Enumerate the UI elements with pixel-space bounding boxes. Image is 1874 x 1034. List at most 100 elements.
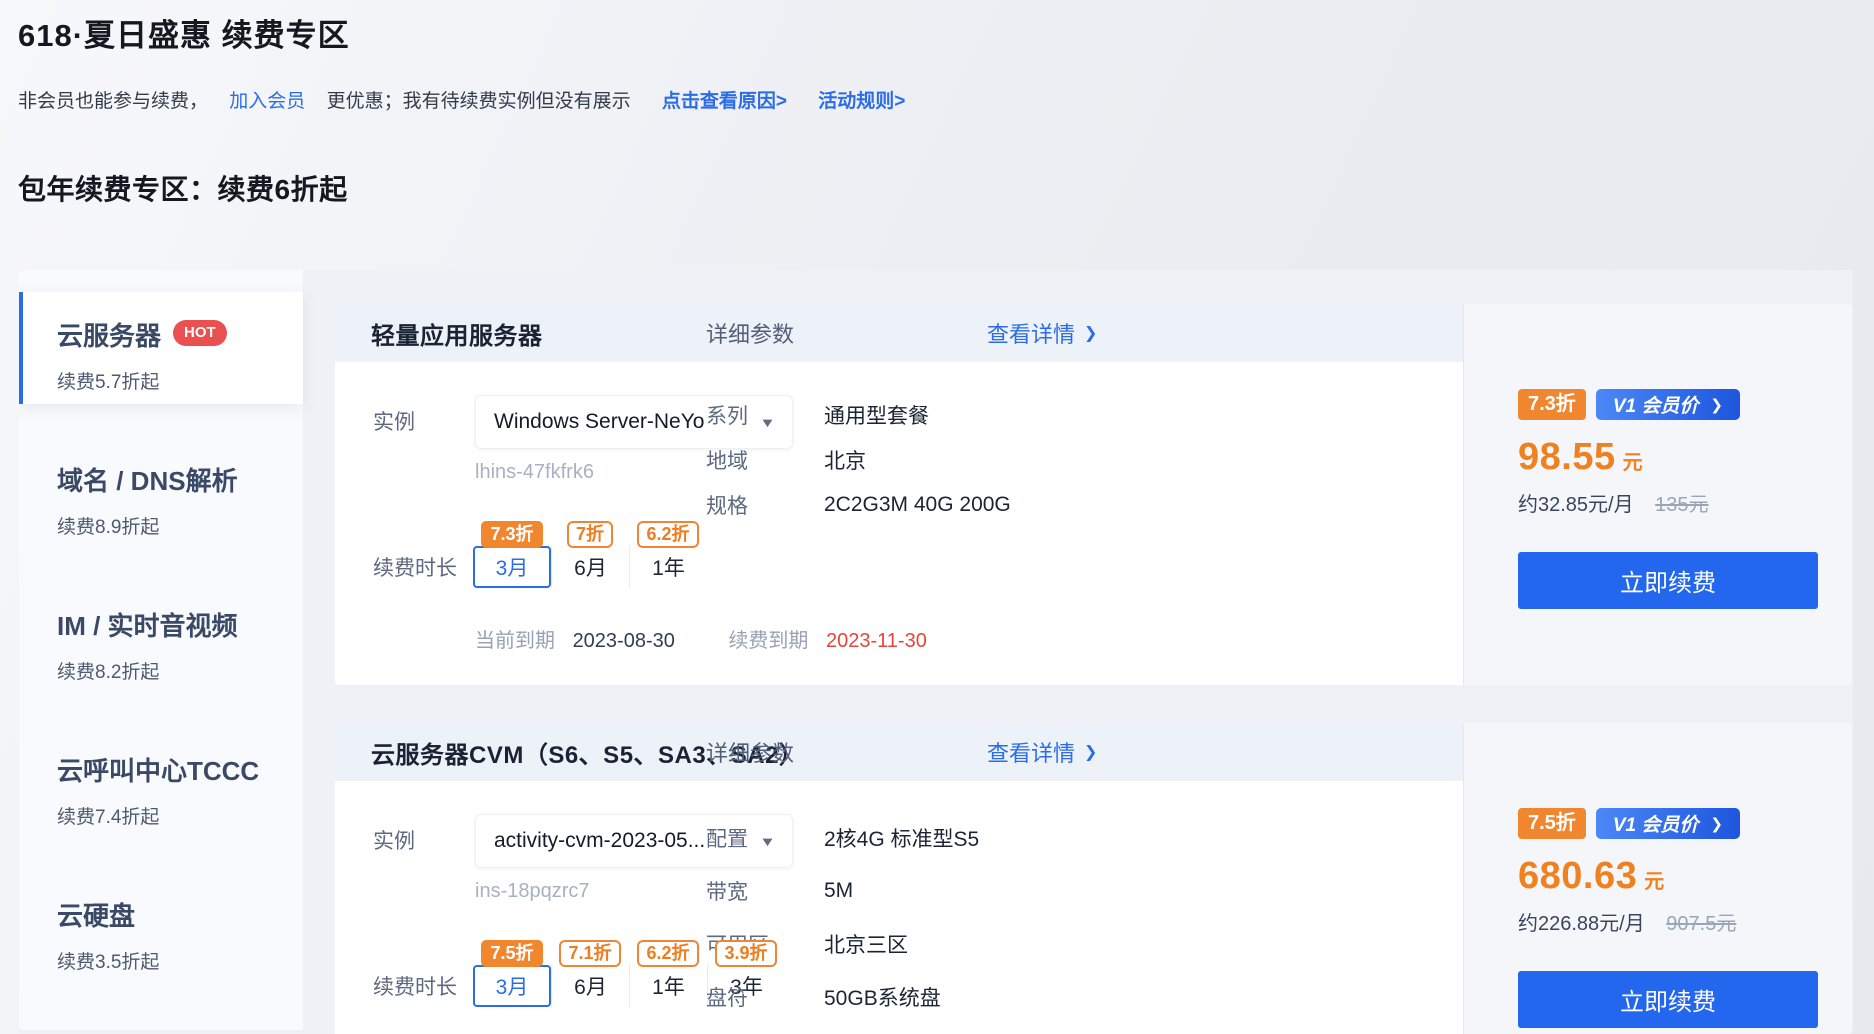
content-wrapper: 云服务器 HOT 续费5.7折起 域名 / DNS解析 续费8.9折起 IM /…: [19, 270, 1853, 1034]
notice-middle: 更优惠；我有待续费实例但没有展示: [327, 91, 631, 112]
price-discount-badge: 7.5折: [1518, 808, 1586, 839]
duration-box: 1年: [629, 546, 707, 588]
category-sidebar: 云服务器 HOT 续费5.7折起 域名 / DNS解析 续费8.9折起 IM /…: [19, 270, 303, 1030]
sidebar-item-im-trtc[interactable]: IM / 实时音视频 续费8.2折起: [19, 582, 303, 694]
per-month-price: 约32.85元/月: [1518, 494, 1634, 516]
instance-label: 实例: [373, 825, 415, 855]
detail-value: 2C2G3M 40G 200G: [824, 493, 1011, 517]
price-badges: 7.5折 V1 会员价 ❯: [1518, 808, 1852, 839]
price-panel: 7.3折 V1 会员价 ❯ 98.55 元 约32.85元/月 135元 立即续…: [1463, 304, 1852, 685]
card-header: 云服务器CVM（S6、S5、SA3、SA2） 详细参数 查看详情 ❯: [335, 723, 1463, 781]
current-expire-label: 当前到期: [475, 630, 555, 652]
price-amount: 98.55: [1518, 436, 1616, 479]
price-badges: 7.3折 V1 会员价 ❯: [1518, 389, 1852, 420]
price-amount: 680.63: [1518, 855, 1637, 898]
discount-badge: 7.3折: [481, 521, 542, 548]
card-main: 轻量应用服务器 详细参数 查看详情 ❯ 实例 Windows Server-Ne…: [335, 304, 1463, 685]
join-member-link[interactable]: 加入会员: [229, 91, 305, 112]
rules-link[interactable]: 活动规则>: [818, 91, 905, 112]
member-price-text: V1 会员价: [1613, 391, 1699, 418]
duration-box: 6月: [551, 546, 629, 588]
detail-value: 2核4G 标准型S5: [824, 823, 979, 853]
notice-bar: 非会员也能参与续费， 加入会员 更优惠；我有待续费实例但没有展示 点击查看原因>…: [18, 86, 905, 113]
sidebar-item-subtitle: 续费8.2折起: [57, 657, 303, 684]
sidebar-item-subtitle: 续费5.7折起: [57, 367, 303, 394]
original-price: 907.5元: [1666, 913, 1736, 935]
yuan-label: 元: [1644, 865, 1664, 894]
card-main: 云服务器CVM（S6、S5、SA3、SA2） 详细参数 查看详情 ❯ 实例 ac…: [335, 723, 1463, 1034]
instance-id: lhins-47fkfrk6: [475, 461, 594, 484]
price-line: 98.55 元: [1518, 436, 1852, 479]
price-sub: 约226.88元/月 907.5元: [1518, 907, 1852, 936]
view-detail-text: 查看详情: [987, 317, 1075, 349]
chevron-right-icon: ❯: [1084, 742, 1097, 762]
sidebar-item-title: 域名 / DNS解析: [57, 461, 303, 498]
duration-box: 1年: [629, 965, 707, 1007]
sidebar-item-cbs[interactable]: 云硬盘 续费3.5折起: [19, 872, 303, 984]
detail-row: 盘符 50GB系统盘: [706, 970, 979, 1023]
member-price-text: V1 会员价: [1613, 810, 1699, 837]
duration-options: 7.3折 3月 7折 6月 6.2折 1年: [473, 521, 707, 588]
hot-badge: HOT: [173, 320, 227, 346]
renew-now-button[interactable]: 立即续费: [1518, 552, 1818, 609]
detail-row: 规格 2C2G3M 40G 200G: [706, 482, 1011, 527]
detail-params-list: 系列 通用型套餐 地域 北京 规格 2C2G3M 40G 200G: [706, 392, 1011, 527]
detail-value: 通用型套餐: [824, 400, 929, 430]
instance-label: 实例: [373, 406, 415, 436]
detail-value: 北京: [824, 445, 866, 475]
renewal-card-lighthouse: 轻量应用服务器 详细参数 查看详情 ❯ 实例 Windows Server-Ne…: [335, 304, 1852, 685]
price-discount-badge: 7.3折: [1518, 389, 1586, 420]
member-price-badge[interactable]: V1 会员价 ❯: [1596, 389, 1740, 420]
view-detail-link[interactable]: 查看详情 ❯: [987, 736, 1097, 768]
sidebar-item-subtitle: 续费3.5折起: [57, 947, 303, 974]
duration-option-6m[interactable]: 7.1折 6月: [551, 940, 629, 1007]
detail-value: 50GB系统盘: [824, 982, 941, 1012]
sidebar-item-cvm[interactable]: 云服务器 HOT 续费5.7折起: [19, 292, 303, 404]
view-detail-text: 查看详情: [987, 736, 1075, 768]
sidebar-item-title: IM / 实时音视频: [57, 606, 303, 643]
card-body: 实例 Windows Server-NeYo ▼ lhins-47fkfrk6 …: [335, 362, 1463, 685]
duration-option-3m[interactable]: 7.3折 3月: [473, 521, 551, 588]
price-line: 680.63 元: [1518, 855, 1852, 898]
discount-badge: 7.1折: [559, 940, 620, 967]
chevron-right-icon: ❯: [1710, 815, 1723, 833]
detail-params-label: 详细参数: [706, 317, 794, 349]
card-header: 轻量应用服务器 详细参数 查看详情 ❯: [335, 304, 1463, 362]
view-detail-link[interactable]: 查看详情 ❯: [987, 317, 1097, 349]
instance-select-value: Windows Server-NeYo: [494, 410, 704, 434]
discount-badge: 6.2折: [637, 521, 698, 548]
discount-badge: 3.9折: [715, 940, 776, 967]
section-heading: 包年续费专区：续费6折起: [18, 168, 348, 208]
detail-value: 北京三区: [824, 929, 908, 959]
duration-box: 3月: [473, 546, 551, 588]
expire-dates: 当前到期 2023-08-30 续费到期 2023-11-30: [475, 624, 927, 653]
sidebar-item-subtitle: 续费7.4折起: [57, 802, 303, 829]
duration-option-1y[interactable]: 6.2折 1年: [629, 940, 707, 1007]
renew-expire-label: 续费到期: [728, 630, 808, 652]
member-price-badge[interactable]: V1 会员价 ❯: [1596, 808, 1740, 839]
duration-option-1y[interactable]: 6.2折 1年: [629, 521, 707, 588]
sidebar-item-domain-dns[interactable]: 域名 / DNS解析 续费8.9折起: [19, 437, 303, 549]
per-month-price: 约226.88元/月: [1518, 913, 1645, 935]
page-title: 618·夏日盛惠 续费专区: [18, 10, 350, 55]
duration-box: 3月: [473, 965, 551, 1007]
view-reason-link[interactable]: 点击查看原因>: [662, 91, 787, 112]
detail-value: 5M: [824, 879, 853, 903]
renew-now-button[interactable]: 立即续费: [1518, 971, 1818, 1028]
detail-label: 盘符: [706, 982, 824, 1012]
detail-row: 地域 北京: [706, 437, 1011, 482]
detail-row: 带宽 5M: [706, 864, 979, 917]
detail-params-label: 详细参数: [706, 736, 794, 768]
sidebar-item-tccc[interactable]: 云呼叫中心TCCC 续费7.4折起: [19, 727, 303, 839]
detail-params-list: 配置 2核4G 标准型S5 带宽 5M 可用区 北京三区 盘符 50GB系统盘: [706, 811, 979, 1023]
duration-label: 续费时长: [373, 971, 457, 1001]
sidebar-item-title-text: 云服务器: [57, 316, 161, 353]
instance-id: ins-18pqzrc7: [475, 880, 590, 903]
price-sub: 约32.85元/月 135元: [1518, 488, 1852, 517]
duration-option-6m[interactable]: 7折 6月: [551, 521, 629, 588]
discount-badge: 7折: [567, 521, 613, 548]
detail-row: 配置 2核4G 标准型S5: [706, 811, 979, 864]
card-body: 实例 activity-cvm-2023-05... ▼ ins-18pqzrc…: [335, 781, 1463, 1034]
yuan-label: 元: [1623, 446, 1643, 475]
duration-option-3m[interactable]: 7.5折 3月: [473, 940, 551, 1007]
